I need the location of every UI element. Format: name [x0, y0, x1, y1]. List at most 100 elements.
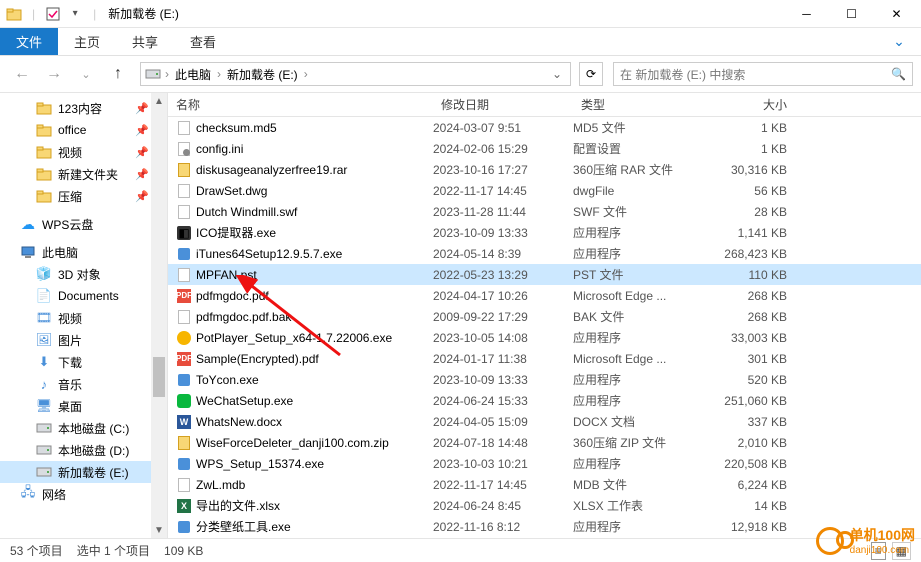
file-row[interactable]: WPS_Setup_15374.exe2023-10-03 10:21应用程序2…	[168, 453, 921, 474]
back-button[interactable]: ←	[8, 60, 36, 88]
file-name: WiseForceDeleter_danji100.com.zip	[196, 436, 433, 450]
file-icon	[176, 477, 192, 493]
search-icon[interactable]: 🔍	[891, 67, 906, 81]
col-date[interactable]: 修改日期	[433, 96, 573, 113]
chevron-down-icon[interactable]: ▾	[67, 6, 83, 22]
breadcrumb-dropdown-button[interactable]: ⌄	[546, 67, 568, 81]
refresh-button[interactable]: ⟳	[579, 62, 603, 86]
file-row[interactable]: ToYcon.exe2023-10-09 13:33应用程序520 KB	[168, 369, 921, 390]
file-type: 配置设置	[573, 140, 703, 157]
wps-icon: ☁	[20, 216, 36, 232]
file-list[interactable]: checksum.md52024-03-07 9:51MD5 文件1 KBcon…	[168, 117, 921, 538]
file-row[interactable]: diskusageanalyzerfree19.rar2023-10-16 17…	[168, 159, 921, 180]
tree-item[interactable]: 压缩📌	[0, 185, 167, 207]
tree-item[interactable]: 🎞视频	[0, 307, 167, 329]
recent-locations-button[interactable]: ⌄	[72, 60, 100, 88]
breadcrumb[interactable]: › 此电脑 › 新加载卷 (E:) › ⌄	[140, 62, 571, 86]
search-input[interactable]: 在 新加载卷 (E:) 中搜索 🔍	[613, 62, 913, 86]
tab-view[interactable]: 查看	[174, 28, 232, 55]
file-row[interactable]: ◧ICO提取器.exe2023-10-09 13:33应用程序1,141 KB	[168, 222, 921, 243]
tree-item-label: 视频	[58, 310, 82, 327]
file-row[interactable]: X导出的文件.xlsx2024-06-24 8:45XLSX 工作表14 KB	[168, 495, 921, 516]
chevron-right-icon[interactable]: ›	[163, 67, 171, 81]
tree-item[interactable]: office📌	[0, 119, 167, 141]
tree-item[interactable]: 本地磁盘 (C:)	[0, 417, 167, 439]
close-button[interactable]: ✕	[874, 0, 919, 28]
up-button[interactable]: ↑	[104, 60, 132, 88]
file-row[interactable]: Dutch Windmill.swf2023-11-28 11:44SWF 文件…	[168, 201, 921, 222]
pin-icon: 📌	[135, 190, 149, 203]
file-row[interactable]: iTunes64Setup12.9.5.7.exe2024-05-14 8:39…	[168, 243, 921, 264]
file-type: 应用程序	[573, 518, 703, 535]
file-row[interactable]: 分类壁纸工具.exe2022-11-16 8:12应用程序12,918 KB	[168, 516, 921, 537]
file-size: 33,003 KB	[703, 331, 803, 345]
chevron-right-icon[interactable]: ›	[215, 67, 223, 81]
tree-item[interactable]: ☁WPS云盘	[0, 213, 167, 235]
file-row[interactable]: PDFSample(Encrypted).pdf2024-01-17 11:38…	[168, 348, 921, 369]
file-row[interactable]: ZwL.mdb2022-11-17 14:45MDB 文件6,224 KB	[168, 474, 921, 495]
help-button[interactable]: ⌄	[877, 28, 921, 55]
file-icon	[176, 246, 192, 262]
maximize-button[interactable]: ☐	[829, 0, 874, 28]
file-date: 2024-07-18 14:48	[433, 436, 573, 450]
breadcrumb-seg-pc[interactable]: 此电脑	[171, 66, 215, 83]
tab-home[interactable]: 主页	[58, 28, 116, 55]
file-size: 6,224 KB	[703, 478, 803, 492]
file-size: 268,423 KB	[703, 247, 803, 261]
file-date: 2024-06-24 15:33	[433, 394, 573, 408]
tree-item[interactable]: 新加载卷 (E:)	[0, 461, 167, 483]
file-icon	[176, 435, 192, 451]
tree-item[interactable]: 🧊3D 对象	[0, 263, 167, 285]
tree-item[interactable]: 🖧网络	[0, 483, 167, 505]
checkbox-checked-icon[interactable]	[45, 6, 61, 22]
tree-item[interactable]: 本地磁盘 (D:)	[0, 439, 167, 461]
file-size: 220,508 KB	[703, 457, 803, 471]
tree-item[interactable]: 📄Documents	[0, 285, 167, 307]
file-name: Sample(Encrypted).pdf	[196, 352, 433, 366]
tree-item[interactable]: ♪音乐	[0, 373, 167, 395]
status-bar: 53 个项目 选中 1 个项目 109 KB ≡ ▦	[0, 538, 921, 562]
chevron-right-icon[interactable]: ›	[302, 67, 310, 81]
file-type: 应用程序	[573, 329, 703, 346]
file-size: 520 KB	[703, 373, 803, 387]
tree-item[interactable]: 🖼图片	[0, 329, 167, 351]
file-type: 360压缩 ZIP 文件	[573, 434, 703, 451]
col-name[interactable]: 名称	[168, 96, 433, 113]
file-row[interactable]: checksum.md52024-03-07 9:51MD5 文件1 KB	[168, 117, 921, 138]
file-icon	[176, 456, 192, 472]
breadcrumb-seg-drive[interactable]: 新加载卷 (E:)	[223, 66, 302, 83]
pin-icon: 📌	[135, 168, 149, 181]
nav-tree[interactable]: 123内容📌office📌视频📌新建文件夹📌压缩📌☁WPS云盘此电脑🧊3D 对象…	[0, 93, 168, 538]
col-type[interactable]: 类型	[573, 96, 703, 113]
file-row[interactable]: MPFAN.pst2022-05-23 13:29PST 文件110 KB	[168, 264, 921, 285]
tree-item[interactable]: 123内容📌	[0, 97, 167, 119]
file-row[interactable]: DrawSet.dwg2022-11-17 14:45dwgFile56 KB	[168, 180, 921, 201]
file-icon	[176, 393, 192, 409]
file-size: 337 KB	[703, 415, 803, 429]
file-size: 251,060 KB	[703, 394, 803, 408]
tree-item[interactable]: 🖥桌面	[0, 395, 167, 417]
forward-button[interactable]: →	[40, 60, 68, 88]
file-name: ZwL.mdb	[196, 478, 433, 492]
file-row[interactable]: WeChatSetup.exe2024-06-24 15:33应用程序251,0…	[168, 390, 921, 411]
tab-share[interactable]: 共享	[116, 28, 174, 55]
file-row[interactable]: config.ini2024-02-06 15:29配置设置1 KB	[168, 138, 921, 159]
net-icon: 🖧	[20, 486, 36, 502]
minimize-button[interactable]: ─	[784, 0, 829, 28]
file-tab[interactable]: 文件	[0, 28, 58, 55]
file-row[interactable]: WWhatsNew.docx2024-04-05 15:09DOCX 文档337…	[168, 411, 921, 432]
col-size[interactable]: 大小	[703, 96, 803, 113]
file-row[interactable]: WiseForceDeleter_danji100.com.zip2024-07…	[168, 432, 921, 453]
file-date: 2024-04-17 10:26	[433, 289, 573, 303]
tree-item[interactable]: 视频📌	[0, 141, 167, 163]
tree-item[interactable]: 此电脑	[0, 241, 167, 263]
tree-item[interactable]: 新建文件夹📌	[0, 163, 167, 185]
file-row[interactable]: PotPlayer_Setup_x64-1.7.22006.exe2023-10…	[168, 327, 921, 348]
file-icon: PDF	[176, 351, 192, 367]
file-row[interactable]: PDFpdfmgdoc.pdf2024-04-17 10:26Microsoft…	[168, 285, 921, 306]
file-size: 110 KB	[703, 268, 803, 282]
tree-item[interactable]: ⬇下载	[0, 351, 167, 373]
file-row[interactable]: pdfmgdoc.pdf.bak2009-09-22 17:29BAK 文件26…	[168, 306, 921, 327]
tree-scrollbar[interactable]: ▲▼	[151, 93, 167, 538]
watermark-url: danji100.com	[850, 545, 915, 556]
